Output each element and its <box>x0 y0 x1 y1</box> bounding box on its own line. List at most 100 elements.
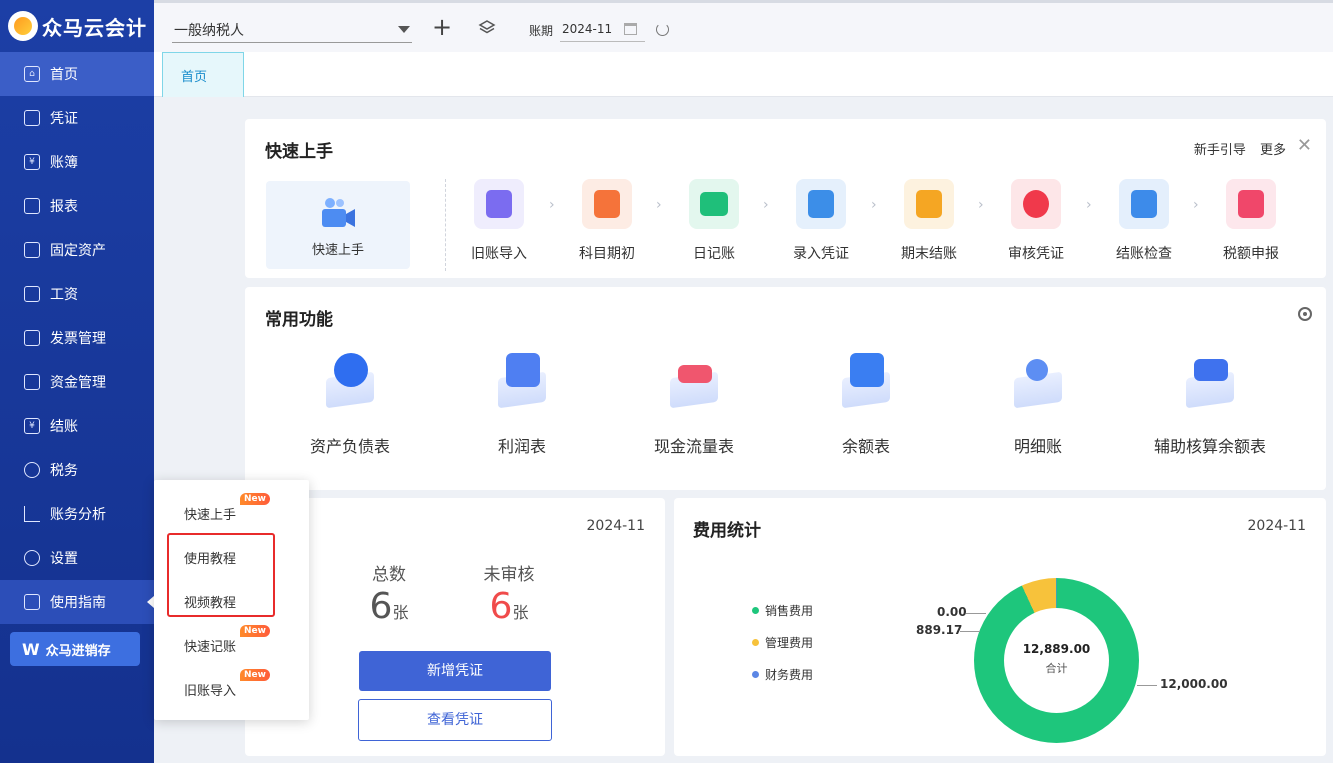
func-label: 现金流量表 <box>653 437 734 456</box>
step-old-import[interactable]: 旧账导入 <box>459 179 539 263</box>
closing-icon: ¥ <box>24 418 40 434</box>
menu-item-quick-start[interactable]: 快速上手 New <box>184 493 270 523</box>
func-balance-sheet[interactable]: 资产负债表 <box>275 347 425 457</box>
gear-icon[interactable] <box>1298 307 1312 321</box>
common-functions-title: 常用功能 <box>265 310 333 330</box>
step-tax-declare[interactable]: 税额申报 <box>1211 179 1291 263</box>
jxc-logo-icon: W <box>22 639 40 659</box>
legend-label: 管理费用 <box>765 636 814 650</box>
sidebar-item-label: 使用指南 <box>50 595 106 611</box>
voucher-date: 2024-11 <box>586 518 646 534</box>
step-label: 日记账 <box>693 246 735 262</box>
quick-start-panel-label: 快速上手 <box>311 243 364 258</box>
step-journal[interactable]: 日记账 <box>674 179 754 263</box>
tab-home[interactable]: 首页 <box>162 52 244 97</box>
legend-finance[interactable]: 财务费用 <box>752 666 813 683</box>
tab-bar: 首页 <box>154 52 1333 97</box>
close-icon[interactable]: ✕ <box>1297 135 1312 156</box>
pie-chart-icon <box>318 347 382 411</box>
func-detail-ledger[interactable]: 明细账 <box>963 347 1113 457</box>
refresh-icon[interactable] <box>656 23 669 36</box>
func-aux-balance[interactable]: 辅助核算余额表 <box>1135 347 1285 457</box>
asset-icon <box>24 242 40 258</box>
sidebar-item-label: 报表 <box>50 199 78 215</box>
save-icon <box>904 179 954 229</box>
sidebar-item-analysis[interactable]: 账务分析 <box>0 492 154 536</box>
sidebar-item-fixed-asset[interactable]: 固定资产 <box>0 228 154 272</box>
analysis-icon <box>24 506 40 522</box>
callout-line <box>960 631 980 632</box>
func-balance-table[interactable]: 余额表 <box>791 347 941 457</box>
sidebar-item-voucher[interactable]: 凭证 <box>0 96 154 140</box>
chevron-right-icon: › <box>978 197 984 213</box>
total-value: 6 <box>369 586 393 627</box>
step-enter-voucher[interactable]: 录入凭证 <box>781 179 861 263</box>
func-label: 利润表 <box>497 437 546 456</box>
ledger-icon: ¥ <box>24 154 40 170</box>
func-income-statement[interactable]: 利润表 <box>447 347 597 457</box>
expense-donut-chart[interactable]: 12,889.00 合计 <box>974 578 1139 743</box>
line-chart-icon <box>490 347 554 411</box>
layers-icon[interactable] <box>478 19 496 37</box>
donut-total: 12,889.00 <box>1022 642 1091 656</box>
view-voucher-button[interactable]: 查看凭证 <box>358 699 552 741</box>
tax-icon <box>24 462 40 478</box>
sidebar-item-guide[interactable]: 使用指南 <box>0 580 154 624</box>
settings-icon <box>24 550 40 566</box>
func-label: 余额表 <box>841 437 890 456</box>
sidebar-item-salary[interactable]: 工资 <box>0 272 154 316</box>
sidebar-item-home[interactable]: ⌂ 首页 <box>0 52 154 96</box>
sidebar-item-label: 首页 <box>50 67 78 83</box>
expense-title: 费用统计 <box>693 521 761 541</box>
step-close-check[interactable]: 结账检查 <box>1104 179 1184 263</box>
legend-admin[interactable]: 管理费用 <box>752 634 813 651</box>
sidebar-item-report[interactable]: 报表 <box>0 184 154 228</box>
period-picker[interactable]: 2024-11 <box>560 18 645 42</box>
sidebar-item-ledger[interactable]: ¥ 账簿 <box>0 140 154 184</box>
donut-total-label: 合计 <box>1045 662 1068 675</box>
jxc-button[interactable]: W 众马进销存 <box>10 632 140 666</box>
voucher-unreviewed[interactable]: 未审核 6张 <box>464 560 554 633</box>
highlight-box <box>167 533 275 617</box>
menu-item-old-import[interactable]: 旧账导入 New <box>184 669 270 699</box>
app-logo[interactable]: 众马云会计 <box>0 0 154 52</box>
pin-icon <box>1011 179 1061 229</box>
step-review-voucher[interactable]: 审核凭证 <box>996 179 1076 263</box>
sidebar-item-tax[interactable]: 税务 <box>0 448 154 492</box>
chevron-right-icon: › <box>549 197 555 213</box>
voucher-icon <box>24 110 40 126</box>
taxpayer-select[interactable]: 一般纳税人 <box>172 17 412 43</box>
sidebar-item-settings[interactable]: 设置 <box>0 536 154 580</box>
chevron-right-icon: › <box>871 197 877 213</box>
invoice-icon <box>24 330 40 346</box>
guide-icon <box>24 594 40 610</box>
newbie-guide-link[interactable]: 新手引导 <box>1194 143 1246 158</box>
common-functions-card: 常用功能 资产负债表 利润表 现金流量表 余额表 明细账 辅助核算余额表 <box>245 287 1326 490</box>
callout-sales: 12,000.00 <box>1160 677 1228 691</box>
voucher-total[interactable]: 总数 6张 <box>344 560 434 633</box>
quick-start-panel[interactable]: 快速上手 <box>266 181 410 269</box>
step-opening-balance[interactable]: 科目期初 <box>567 179 647 263</box>
add-icon[interactable]: + <box>432 15 452 39</box>
step-label: 结账检查 <box>1116 246 1172 262</box>
report-icon <box>24 198 40 214</box>
sidebar-item-fund[interactable]: 资金管理 <box>0 360 154 404</box>
chevron-right-icon: › <box>1086 197 1092 213</box>
menu-item-quick-booking[interactable]: 快速记账 New <box>184 625 270 655</box>
new-badge: New <box>240 669 270 681</box>
calendar-icon <box>624 23 637 35</box>
menu-item-label: 旧账导入 <box>184 684 237 699</box>
app-title: 众马云会计 <box>42 15 147 40</box>
menu-item-label: 快速上手 <box>184 508 237 523</box>
more-link[interactable]: 更多 <box>1260 143 1286 158</box>
add-voucher-button[interactable]: 新增凭证 <box>359 651 551 691</box>
legend-sales[interactable]: 销售费用 <box>752 602 813 619</box>
sidebar-item-closing[interactable]: ¥ 结账 <box>0 404 154 448</box>
func-label: 资产负债表 <box>309 437 390 456</box>
logo-icon <box>8 11 38 41</box>
sidebar-item-invoice[interactable]: 发票管理 <box>0 316 154 360</box>
sidebar-item-label: 账务分析 <box>50 507 106 523</box>
step-period-close[interactable]: 期末结账 <box>889 179 969 263</box>
func-cash-flow[interactable]: 现金流量表 <box>619 347 769 457</box>
topbar: 一般纳税人 + 账期 2024-11 <box>154 0 1333 52</box>
